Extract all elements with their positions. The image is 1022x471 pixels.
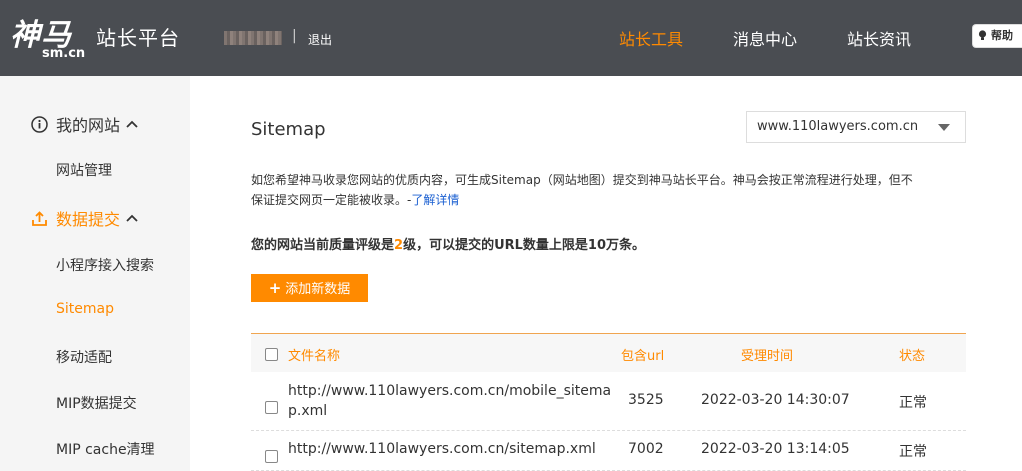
sidebar-item-mip-submit[interactable]: MIP数据提交 <box>56 393 137 413</box>
sitemap-table: 文件名称 包含url 受理时间 状态 http://www.110lawyers… <box>251 333 966 471</box>
table-row: http://www.110lawyers.com.cn/mobile_site… <box>251 372 966 431</box>
chevron-up-icon <box>126 214 138 222</box>
add-button-label: 添加新数据 <box>285 282 351 297</box>
row-url-count: 3525 <box>628 392 664 408</box>
row-file-name[interactable]: http://www.110lawyers.com.cn/sitemap.xml <box>288 441 596 457</box>
row-time: 2022-03-20 14:30:07 <box>701 392 850 408</box>
info-circle-icon <box>31 115 48 133</box>
header-url-count: 包含url <box>621 349 665 364</box>
upload-icon <box>32 210 47 226</box>
shenma-logo[interactable]: 神马 sm.cn <box>10 10 90 66</box>
sidebar-item-mobile-adapt[interactable]: 移动适配 <box>56 347 112 367</box>
header-time: 受理时间 <box>741 349 794 364</box>
sidebar-section-my-sites[interactable]: 我的网站 <box>31 112 138 136</box>
sidebar-item-sitemap[interactable]: Sitemap <box>56 301 114 317</box>
table-row: http://www.110lawyers.com.cn/sitemap.xml… <box>251 431 966 471</box>
plus-icon: + <box>268 279 282 297</box>
row-time: 2022-03-20 13:14:05 <box>701 441 850 457</box>
sidebar-item-mip-cache[interactable]: MIP cache清理 <box>56 439 155 459</box>
sidebar-item-site-management[interactable]: 网站管理 <box>56 160 112 180</box>
learn-more-link[interactable]: 了解详情 <box>411 193 459 207</box>
table-header: 文件名称 包含url 受理时间 状态 <box>251 333 966 372</box>
description-line-2-text: 保证提交网页一定能被收录。- <box>251 193 412 207</box>
platform-name: 站长平台 <box>96 26 180 50</box>
page-title: Sitemap <box>251 119 326 140</box>
top-header: 神马 sm.cn 站长平台 | 退出 站长工具 消息中心 站长资讯 帮助 <box>0 0 1022 76</box>
logo-sub-text: sm.cn <box>42 46 86 61</box>
nav-message-center[interactable]: 消息中心 <box>733 26 797 50</box>
sidebar-section-data-submit[interactable]: 数据提交 <box>31 206 138 230</box>
row-status: 正常 <box>899 444 927 460</box>
lightbulb-icon <box>978 30 987 40</box>
username-redacted <box>224 31 282 45</box>
sidebar-item-mini-program[interactable]: 小程序接入搜索 <box>56 255 154 275</box>
domain-select-value: www.110lawyers.com.cn <box>757 119 919 134</box>
description-line-1: 如您希望神马收录您网站的优质内容，可生成Sitemap（网站地图）提交到神马站长… <box>251 173 913 187</box>
row-file-name-line-2: p.xml <box>288 403 328 419</box>
nav-webmaster-news[interactable]: 站长资讯 <box>847 26 911 50</box>
description-line-2: 保证提交网页一定能被收录。-了解详情 <box>251 190 971 210</box>
add-new-data-button[interactable]: + 添加新数据 <box>251 274 368 302</box>
header-status: 状态 <box>899 349 926 364</box>
row-status: 正常 <box>899 395 927 411</box>
quota-notice: 您的网站当前质量评级是2级，可以提交的URL数量上限是10万条。 <box>251 234 645 253</box>
help-label: 帮助 <box>991 29 1013 42</box>
nav-webmaster-tools[interactable]: 站长工具 <box>619 26 683 50</box>
logout-link[interactable]: 退出 <box>308 31 332 48</box>
quota-level: 2 <box>394 238 404 253</box>
header-divider: | <box>292 28 297 44</box>
sidebar-section-label: 数据提交 <box>56 210 121 229</box>
row-file-name-line-1: http://www.110lawyers.com.cn/mobile_site… <box>288 383 612 399</box>
domain-select[interactable]: www.110lawyers.com.cn <box>746 111 966 143</box>
help-button[interactable]: 帮助 <box>972 24 1022 48</box>
main-content: Sitemap www.110lawyers.com.cn 如您希望神马收录您网… <box>190 76 1022 471</box>
header-file-name: 文件名称 <box>288 349 341 364</box>
sidebar-section-label: 我的网站 <box>56 116 121 135</box>
quota-prefix: 您的网站当前质量评级是 <box>251 238 395 253</box>
row-url-count: 7002 <box>628 441 664 457</box>
select-all-checkbox[interactable] <box>265 348 278 361</box>
chevron-up-icon <box>126 120 138 128</box>
caret-down-icon <box>938 124 950 131</box>
row-checkbox[interactable] <box>265 401 278 414</box>
sitemap-description: 如您希望神马收录您网站的优质内容，可生成Sitemap（网站地图）提交到神马站长… <box>251 170 971 210</box>
quota-suffix: 级，可以提交的URL数量上限是10万条。 <box>403 238 646 253</box>
row-checkbox[interactable] <box>265 450 278 463</box>
sidebar: 我的网站 网站管理 数据提交 小程序接入搜索 Sitemap 移动适配 MIP数… <box>0 76 190 471</box>
